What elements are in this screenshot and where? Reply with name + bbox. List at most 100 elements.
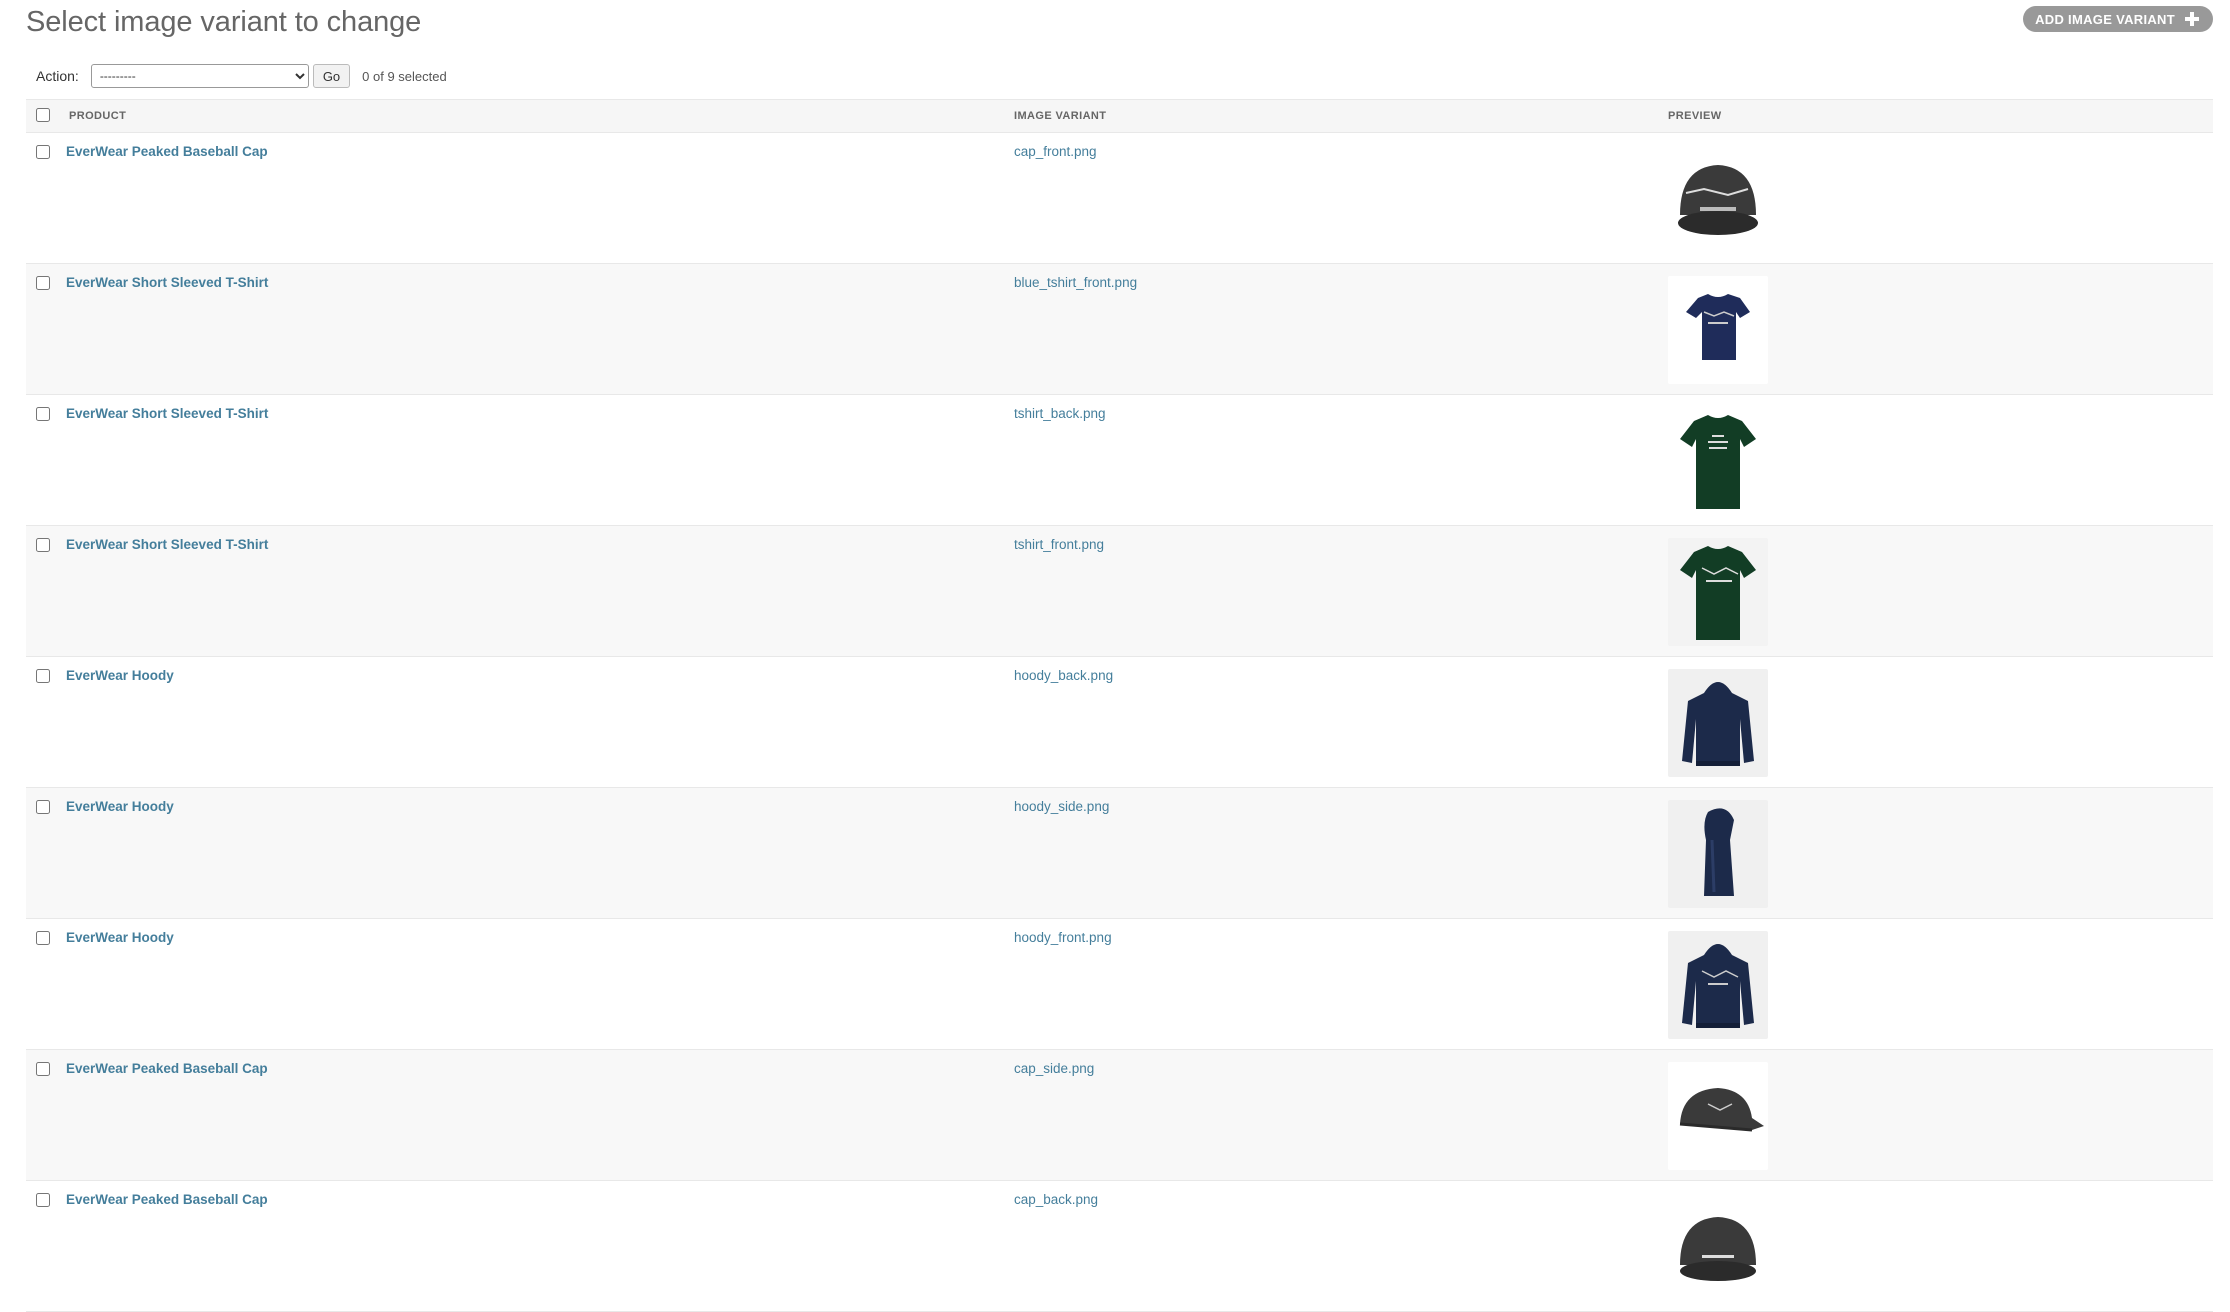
row-checkbox-cell <box>26 1049 66 1181</box>
table-row: EverWear Hoody hoody_side.png <box>26 787 2213 919</box>
image-variant-cell: hoody_front.png <box>1006 918 1660 1050</box>
results-table: PRODUCT IMAGE VARIANT PREVIEW EverWear P… <box>26 99 2213 1312</box>
column-header-preview: PREVIEW <box>1660 99 2213 133</box>
preview-cell <box>1660 525 2213 657</box>
product-link[interactable]: EverWear Short Sleeved T-Shirt <box>66 537 268 552</box>
table-row: EverWear Hoody hoody_back.png <box>26 656 2213 788</box>
column-header-preview-label: PREVIEW <box>1668 110 1722 122</box>
results-table-body: EverWear Peaked Baseball Cap cap_front.p… <box>26 132 2213 1312</box>
hoody-front-image <box>1668 931 1768 1039</box>
row-select-checkbox[interactable] <box>36 1193 50 1207</box>
product-cell: EverWear Short Sleeved T-Shirt <box>66 394 1006 526</box>
row-select-checkbox[interactable] <box>36 145 50 159</box>
table-row: EverWear Short Sleeved T-Shirt tshirt_fr… <box>26 525 2213 657</box>
product-link[interactable]: EverWear Peaked Baseball Cap <box>66 1061 268 1076</box>
image-variant-cell: blue_tshirt_front.png <box>1006 263 1660 395</box>
cap-side-image <box>1668 1062 1768 1170</box>
column-header-image-variant[interactable]: IMAGE VARIANT <box>1006 99 1660 133</box>
preview-cell <box>1660 656 2213 788</box>
add-image-variant-button[interactable]: ADD IMAGE VARIANT <box>2023 6 2213 32</box>
row-checkbox-cell <box>26 394 66 526</box>
page-title: Select image variant to change <box>26 6 422 38</box>
row-select-checkbox[interactable] <box>36 1062 50 1076</box>
image-variant-link[interactable]: cap_front.png <box>1014 144 1097 159</box>
image-variant-link[interactable]: blue_tshirt_front.png <box>1014 275 1137 290</box>
row-checkbox-cell <box>26 656 66 788</box>
product-link[interactable]: EverWear Short Sleeved T-Shirt <box>66 406 268 421</box>
product-link[interactable]: EverWear Peaked Baseball Cap <box>66 144 268 159</box>
preview-cell <box>1660 787 2213 919</box>
hoody-side-image <box>1668 800 1768 908</box>
table-row: EverWear Peaked Baseball Cap cap_front.p… <box>26 132 2213 264</box>
row-checkbox-cell <box>26 918 66 1050</box>
column-header-product-label: PRODUCT <box>69 110 127 122</box>
product-cell: EverWear Peaked Baseball Cap <box>66 1180 1006 1312</box>
add-button-label: ADD IMAGE VARIANT <box>2035 11 2175 27</box>
product-link[interactable]: EverWear Hoody <box>66 668 174 683</box>
product-cell: EverWear Peaked Baseball Cap <box>66 132 1006 264</box>
cap-back-image <box>1668 1193 1768 1301</box>
row-select-checkbox[interactable] <box>36 669 50 683</box>
column-header-product[interactable]: PRODUCT <box>66 99 1006 133</box>
image-variant-cell: hoody_side.png <box>1006 787 1660 919</box>
image-variant-link[interactable]: tshirt_front.png <box>1014 537 1104 552</box>
results-table-wrapper: PRODUCT IMAGE VARIANT PREVIEW EverWear P… <box>26 99 2213 1312</box>
image-variant-link[interactable]: tshirt_back.png <box>1014 406 1106 421</box>
product-cell: EverWear Hoody <box>66 656 1006 788</box>
product-cell: EverWear Short Sleeved T-Shirt <box>66 525 1006 657</box>
table-row: EverWear Short Sleeved T-Shirt tshirt_ba… <box>26 394 2213 526</box>
product-cell: EverWear Hoody <box>66 787 1006 919</box>
preview-cell <box>1660 132 2213 264</box>
image-variant-cell: cap_back.png <box>1006 1180 1660 1312</box>
image-variant-link[interactable]: hoody_side.png <box>1014 799 1109 814</box>
preview-cell <box>1660 1049 2213 1181</box>
plus-icon <box>2185 12 2199 26</box>
image-variant-cell: cap_side.png <box>1006 1049 1660 1181</box>
actions-bar: Action: --------- Go 0 of 9 selected <box>36 64 447 88</box>
row-checkbox-cell <box>26 1180 66 1312</box>
row-checkbox-cell <box>26 787 66 919</box>
admin-changelist-page: Select image variant to change ADD IMAGE… <box>0 0 2230 1312</box>
action-label: Action: <box>36 68 79 84</box>
image-variant-cell: tshirt_front.png <box>1006 525 1660 657</box>
preview-cell <box>1660 1180 2213 1312</box>
product-link[interactable]: EverWear Short Sleeved T-Shirt <box>66 275 268 290</box>
blue-tshirt-front-image <box>1668 276 1768 384</box>
select-all-cell <box>26 99 66 133</box>
image-variant-cell: cap_front.png <box>1006 132 1660 264</box>
row-checkbox-cell <box>26 263 66 395</box>
go-button[interactable]: Go <box>312 64 351 88</box>
preview-cell <box>1660 918 2213 1050</box>
table-header-row: PRODUCT IMAGE VARIANT PREVIEW <box>26 99 2213 133</box>
action-select[interactable]: --------- <box>90 64 309 88</box>
green-tshirt-back-image <box>1668 407 1768 515</box>
row-checkbox-cell <box>26 525 66 657</box>
row-select-checkbox[interactable] <box>36 407 50 421</box>
table-row: EverWear Peaked Baseball Cap cap_back.pn… <box>26 1180 2213 1312</box>
green-tshirt-front-image <box>1668 538 1768 646</box>
column-header-image-variant-label: IMAGE VARIANT <box>1014 110 1107 122</box>
row-select-checkbox[interactable] <box>36 276 50 290</box>
row-select-checkbox[interactable] <box>36 538 50 552</box>
image-variant-cell: tshirt_back.png <box>1006 394 1660 526</box>
hoody-back-image <box>1668 669 1768 777</box>
table-row: EverWear Short Sleeved T-Shirt blue_tshi… <box>26 263 2213 395</box>
image-variant-link[interactable]: hoody_front.png <box>1014 930 1112 945</box>
product-link[interactable]: EverWear Peaked Baseball Cap <box>66 1192 268 1207</box>
preview-cell <box>1660 263 2213 395</box>
row-select-checkbox[interactable] <box>36 800 50 814</box>
preview-cell <box>1660 394 2213 526</box>
product-link[interactable]: EverWear Hoody <box>66 799 174 814</box>
select-all-checkbox[interactable] <box>36 107 50 122</box>
row-select-checkbox[interactable] <box>36 931 50 945</box>
table-row: EverWear Peaked Baseball Cap cap_side.pn… <box>26 1049 2213 1181</box>
product-cell: EverWear Short Sleeved T-Shirt <box>66 263 1006 395</box>
image-variant-link[interactable]: cap_side.png <box>1014 1061 1094 1076</box>
image-variant-link[interactable]: hoody_back.png <box>1014 668 1113 683</box>
product-cell: EverWear Peaked Baseball Cap <box>66 1049 1006 1181</box>
row-checkbox-cell <box>26 132 66 264</box>
image-variant-link[interactable]: cap_back.png <box>1014 1192 1098 1207</box>
table-row: EverWear Hoody hoody_front.png <box>26 918 2213 1050</box>
image-variant-cell: hoody_back.png <box>1006 656 1660 788</box>
product-link[interactable]: EverWear Hoody <box>66 930 174 945</box>
